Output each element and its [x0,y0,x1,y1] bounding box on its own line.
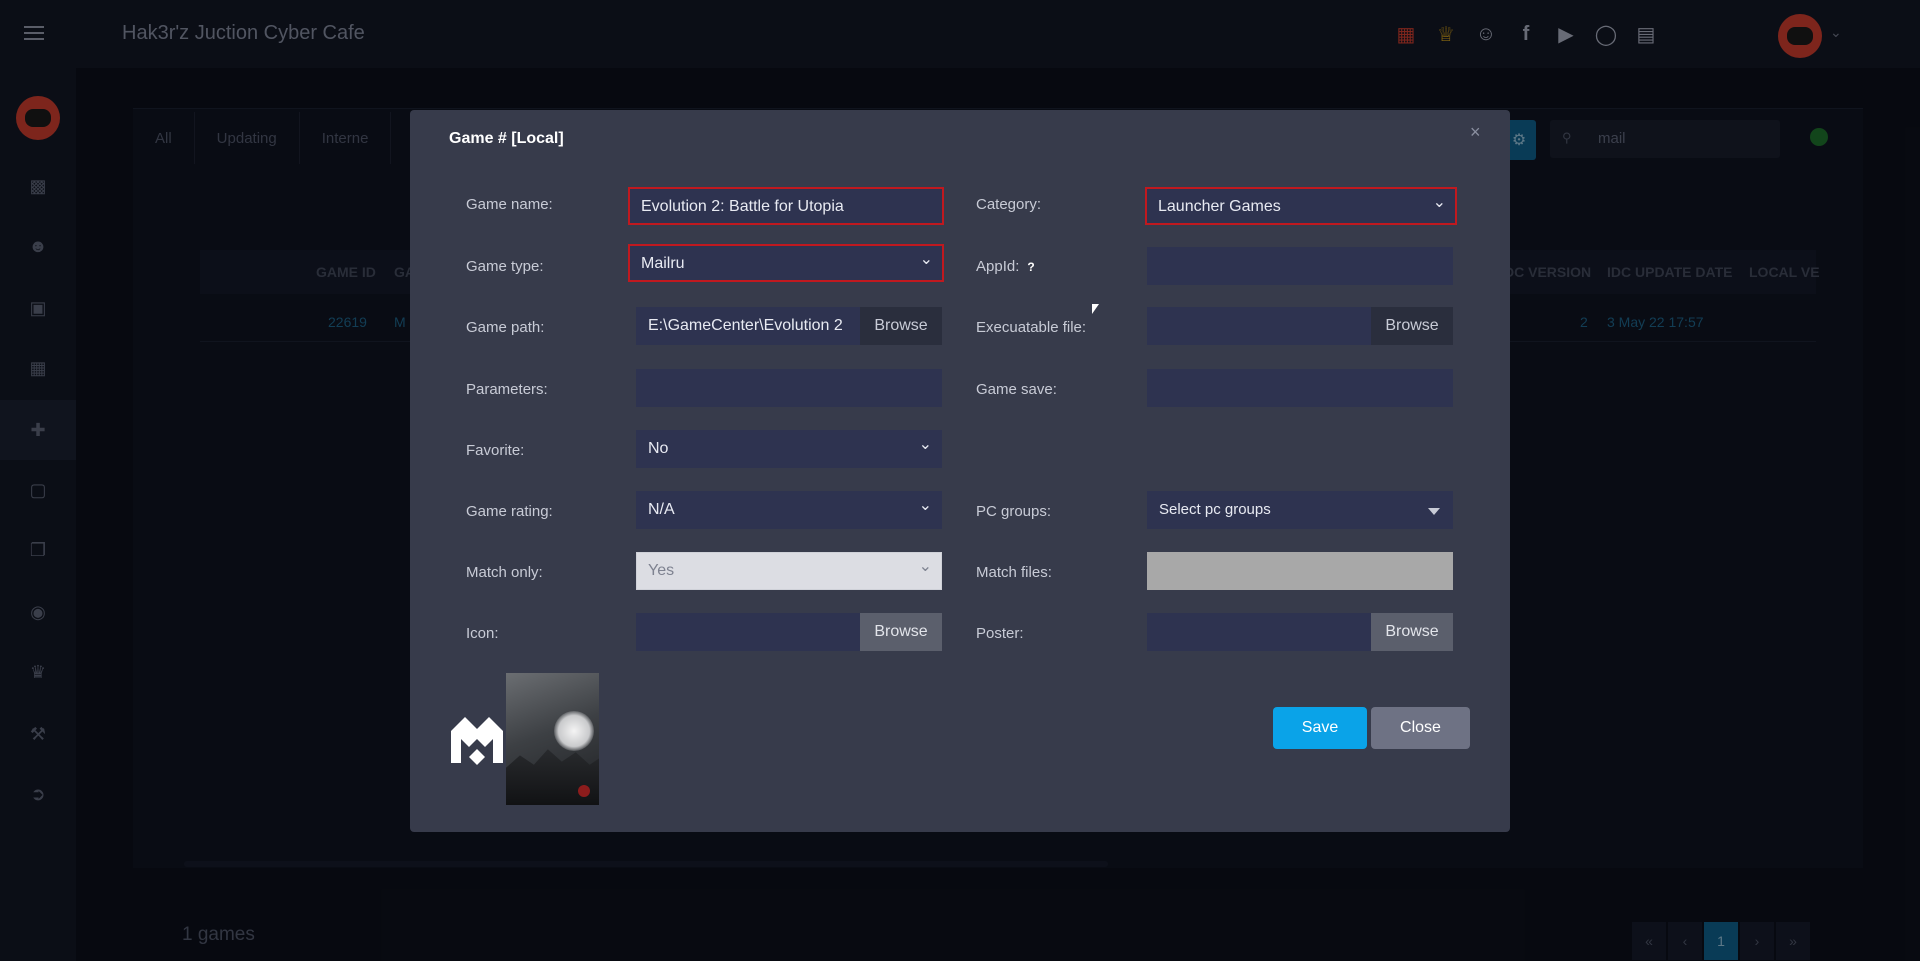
mouse-cursor-icon [1092,304,1099,314]
executable-input[interactable] [1147,307,1371,345]
appid-input[interactable] [1147,247,1453,285]
modal-title: Game # [Local] [449,130,564,147]
game-rating-label: Game rating: [466,503,553,520]
game-type-select[interactable]: Mailru [628,244,944,282]
game-icon-preview [451,717,503,765]
match-only-label: Match only: [466,564,543,581]
parameters-input[interactable] [636,369,942,407]
poster-badge-icon [578,785,590,797]
icon-browse-button[interactable]: Browse [860,613,942,651]
poster-label: Poster: [976,625,1024,642]
help-icon[interactable]: ? [1027,260,1034,274]
pc-groups-select[interactable]: Select pc groups [1147,491,1453,529]
poster-input[interactable] [1147,613,1371,651]
category-select[interactable]: Launcher Games [1145,187,1457,225]
game-rating-select[interactable]: N/A [636,491,942,529]
icon-label: Icon: [466,625,499,642]
game-save-label: Game save: [976,381,1057,398]
close-button[interactable]: Close [1371,707,1470,749]
game-edit-modal: Game # [Local] × Game name: Evolution 2:… [410,110,1510,832]
appid-label: AppId:? [976,258,1035,275]
game-path-browse-button[interactable]: Browse [860,307,942,345]
game-path-input[interactable]: E:\GameCenter\Evolution 2 [636,307,860,345]
appid-label-text: AppId: [976,258,1020,275]
game-name-input[interactable]: Evolution 2: Battle for Utopia [628,187,944,225]
game-type-label: Game type: [466,258,544,275]
executable-label: Execuatable file: [976,319,1087,336]
poster-browse-button[interactable]: Browse [1371,613,1453,651]
game-path-label: Game path: [466,319,545,336]
match-files-label: Match files: [976,564,1052,581]
close-icon[interactable]: × [1470,122,1481,143]
executable-browse-button[interactable]: Browse [1371,307,1453,345]
save-button[interactable]: Save [1273,707,1367,749]
game-poster-preview [506,673,599,805]
match-files-input [1147,552,1453,590]
game-save-input[interactable] [1147,369,1453,407]
match-only-select: Yes [636,552,942,590]
icon-input[interactable] [636,613,860,651]
game-name-label: Game name: [466,196,553,213]
parameters-label: Parameters: [466,381,548,398]
category-label: Category: [976,196,1042,213]
favorite-label: Favorite: [466,442,525,459]
favorite-select[interactable]: No [636,430,942,468]
pc-groups-label: PC groups: [976,503,1052,520]
